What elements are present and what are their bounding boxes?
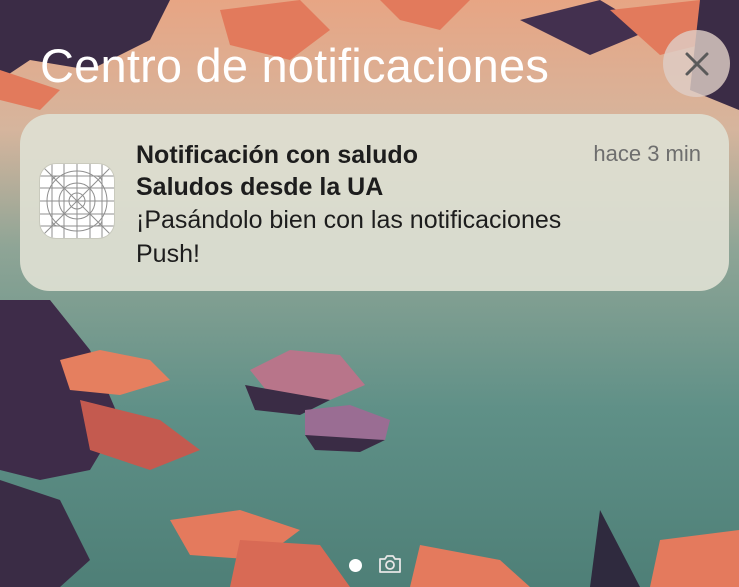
notification-time: hace 3 min bbox=[593, 141, 701, 166]
close-icon bbox=[685, 52, 708, 75]
camera-icon[interactable] bbox=[378, 554, 402, 574]
notification-body: ¡Pasándolo bien con las notificaciones P… bbox=[136, 206, 562, 268]
notification-title: Notificación con saludo bbox=[136, 141, 418, 169]
notification-subtitle: Saludos desde la UA bbox=[136, 173, 384, 201]
page-indicator-dot[interactable] bbox=[349, 559, 362, 572]
app-placeholder-icon bbox=[40, 164, 114, 238]
close-button[interactable] bbox=[663, 30, 730, 97]
notification-card[interactable]: Notificación con saludo Saludos desde la… bbox=[20, 114, 729, 291]
notification-center-title: Centro de notificaciones bbox=[40, 39, 550, 92]
